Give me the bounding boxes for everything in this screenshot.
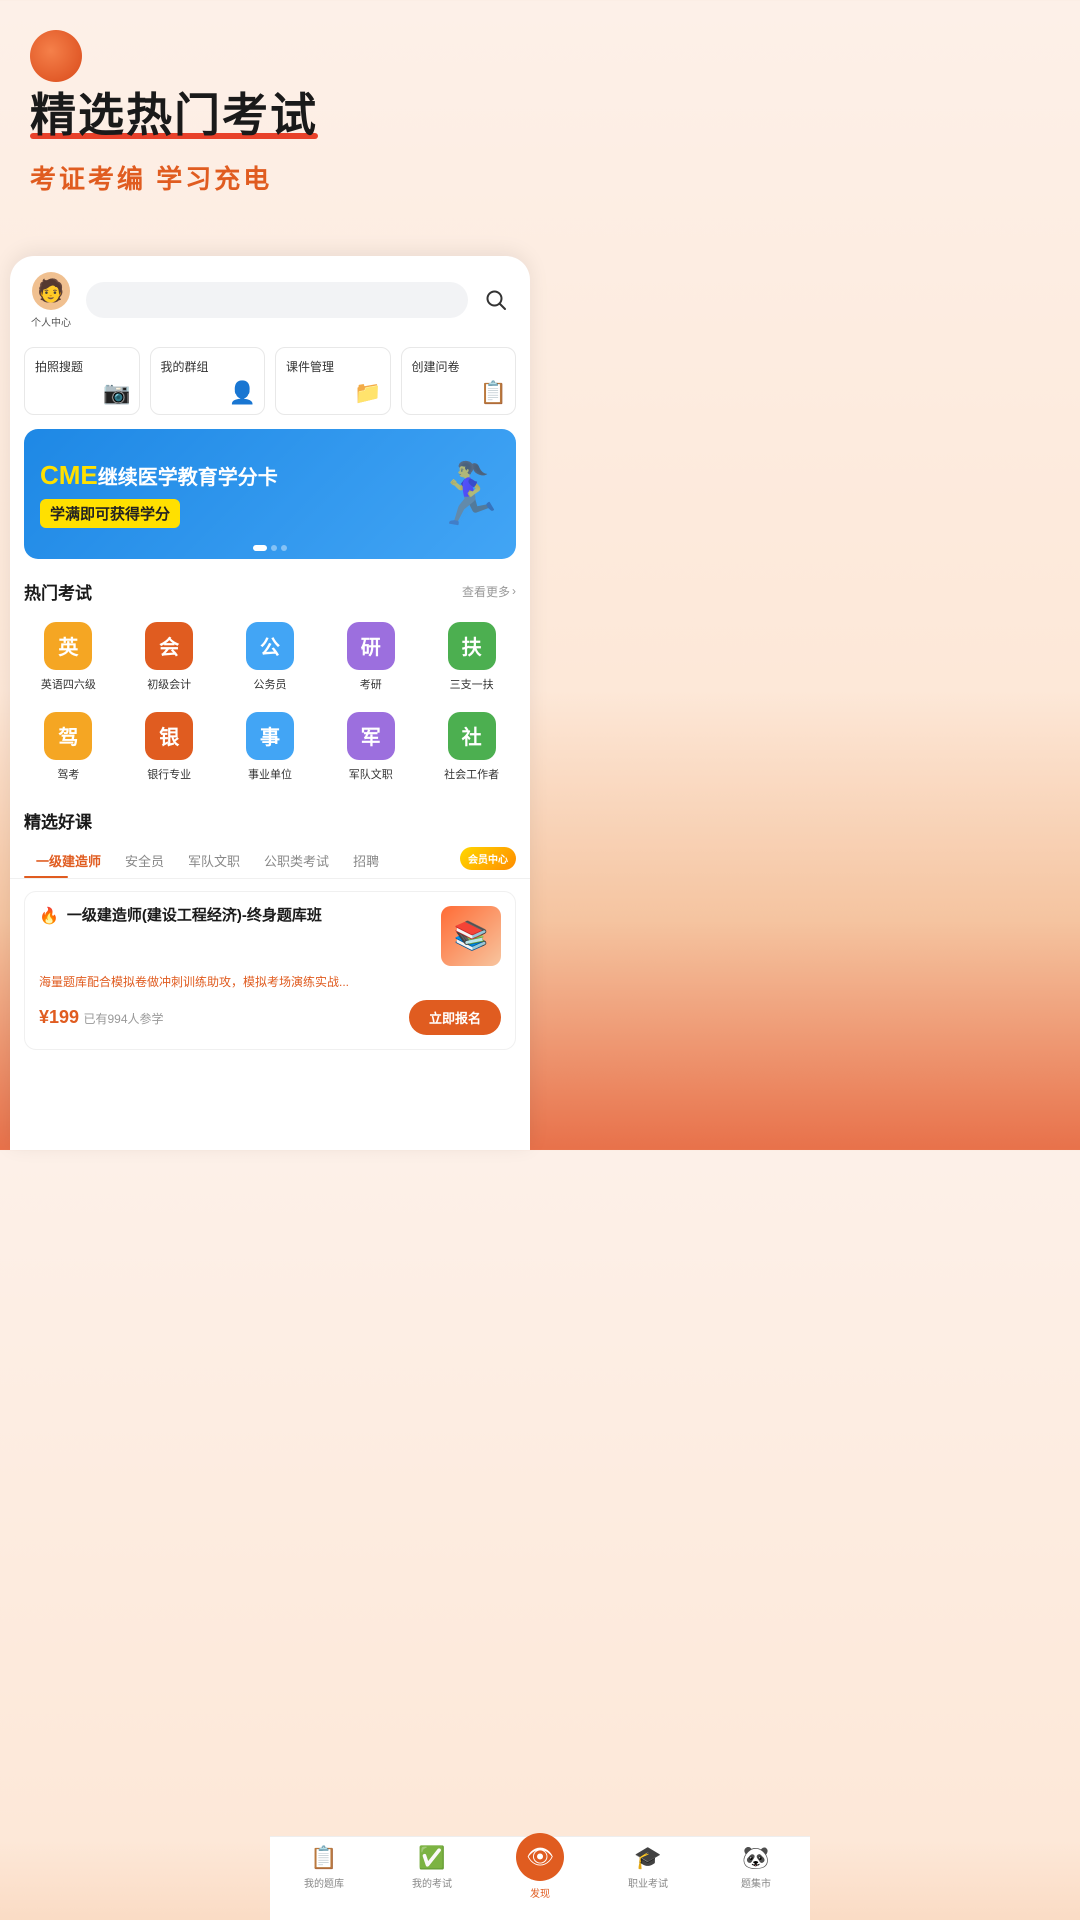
course-title: 一级建造师(建设工程经济)-终身题库班	[67, 906, 433, 926]
quick-actions: 拍照搜题 📷 我的群组 👤 课件管理 📁 创建问卷 📋	[10, 339, 530, 429]
nav-item-my-exams[interactable]: ✅ 我的考试	[378, 1845, 486, 1900]
nav-item-my-questions[interactable]: 📋 我的题库	[270, 1845, 378, 1900]
hero-subtitle: 考证考编 学习充电	[30, 159, 510, 196]
selected-courses-title: 精选好课	[24, 808, 92, 833]
quick-action-group[interactable]: 我的群组 👤	[150, 347, 266, 415]
group-icon: 👤	[229, 380, 256, 406]
exam-item-banking[interactable]: 银 银行专业	[119, 704, 220, 794]
exam-label-driving: 驾考	[57, 766, 79, 782]
course-card: 🔥 一级建造师(建设工程经济)-终身题库班 📚 海量题库配合模拟卷做冲刺训练助攻…	[24, 891, 516, 1051]
tab-first-constructor[interactable]: 一级建造师	[24, 843, 113, 878]
tab-military-civil[interactable]: 军队文职	[176, 843, 252, 878]
hot-exams-title: 热门考试	[24, 579, 92, 604]
vip-badge[interactable]: 会员中心	[460, 847, 516, 870]
exam-label-social: 社会工作者	[444, 766, 499, 782]
exam-label-institution: 事业单位	[248, 766, 292, 782]
exam-item-english[interactable]: 英 英语四六级	[18, 614, 119, 704]
nav-item-career-exam[interactable]: 🎓 职业考试	[594, 1845, 702, 1900]
exam-item-military[interactable]: 军 军队文职	[320, 704, 421, 794]
exam-icon-social: 社	[448, 712, 496, 760]
exam-label-civil: 公务员	[253, 676, 286, 692]
exam-label-graduate: 考研	[360, 676, 382, 692]
folder-icon: 📁	[354, 380, 381, 406]
bottom-nav: 📋 我的题库 ✅ 我的考试 👁 发现 🎓 职业考试 🐼 题集市	[270, 1836, 810, 1920]
nav-item-question-market[interactable]: 🐼 题集市	[702, 1845, 810, 1900]
avatar-wrap[interactable]: 🧑 个人中心	[26, 272, 76, 329]
camera-icon: 📷	[103, 380, 130, 406]
my-questions-icon: 📋	[310, 1845, 337, 1871]
hero-title: 精选热门考试	[30, 90, 510, 141]
nav-item-discover[interactable]: 👁 发现	[486, 1845, 594, 1900]
tab-recruitment[interactable]: 招聘	[341, 843, 391, 878]
banner-subtitle-box: 学满即可获得学分	[40, 499, 180, 528]
exam-item-institution[interactable]: 事 事业单位	[220, 704, 321, 794]
discover-icon: 👁	[526, 1844, 554, 1870]
course-price: ¥199	[39, 1007, 79, 1027]
exam-label-banking: 银行专业	[147, 766, 191, 782]
hot-exams-more[interactable]: 查看更多 ›	[462, 583, 516, 600]
exam-label-accounting: 初级会计	[147, 676, 191, 692]
exam-icon-driving: 驾	[44, 712, 92, 760]
banner-dots	[253, 545, 287, 551]
search-bar[interactable]	[86, 282, 468, 318]
exam-item-driving[interactable]: 驾 驾考	[18, 704, 119, 794]
exam-item-civil[interactable]: 公 公务员	[220, 614, 321, 704]
exam-item-social[interactable]: 社 社会工作者	[421, 704, 522, 794]
exam-grid: 英 英语四六级 会 初级会计 公 公务员 研 考研 扶 三支一扶 驾 驾考 银 …	[10, 614, 530, 794]
exam-icon-accounting: 会	[145, 622, 193, 670]
avatar: 🧑	[32, 272, 70, 310]
avatar-label: 个人中心	[31, 314, 71, 329]
exam-icon-english: 英	[44, 622, 92, 670]
exam-item-sanzhiyifu[interactable]: 扶 三支一扶	[421, 614, 522, 704]
my-exams-icon: ✅	[418, 1845, 445, 1871]
question-market-icon: 🐼	[742, 1845, 769, 1871]
banner-title: CME继续医学教育学分卡	[40, 460, 278, 491]
exam-label-english: 英语四六级	[41, 676, 96, 692]
enroll-button[interactable]: 立即报名	[409, 1000, 501, 1035]
hero-section: 精选热门考试 考证考编 学习充电	[0, 0, 540, 216]
exam-label-sanzhiyifu: 三支一扶	[450, 676, 494, 692]
banner-decoration: 🏃‍♀️	[431, 458, 506, 529]
selected-courses-section: 精选好课 一级建造师 安全员 军队文职 公职类考试 招聘 会员中心 🔥 一级建造…	[10, 794, 530, 1051]
exam-icon-sanzhiyifu: 扶	[448, 622, 496, 670]
course-thumbnail: 📚	[441, 906, 501, 966]
search-button[interactable]	[478, 282, 514, 318]
hot-exams-header: 热门考试 查看更多 ›	[10, 573, 530, 614]
banner-dot-2	[271, 545, 277, 551]
tab-public-service[interactable]: 公职类考试	[252, 843, 341, 878]
selected-courses-header: 精选好课	[10, 802, 530, 843]
quick-action-courseware[interactable]: 课件管理 📁	[275, 347, 391, 415]
exam-icon-banking: 银	[145, 712, 193, 760]
course-description: 海量题库配合模拟卷做冲刺训练助攻，模拟考场演练实战...	[39, 974, 501, 991]
tab-safety[interactable]: 安全员	[113, 843, 176, 878]
quick-action-questionnaire[interactable]: 创建问卷 📋	[401, 347, 517, 415]
exam-icon-graduate: 研	[347, 622, 395, 670]
discover-center-button[interactable]: 👁	[516, 1833, 564, 1881]
banner-content: CME继续医学教育学分卡 学满即可获得学分	[24, 448, 294, 540]
exam-item-graduate[interactable]: 研 考研	[320, 614, 421, 704]
banner-subtitle: 学满即可获得学分	[50, 506, 170, 523]
app-header: 🧑 个人中心	[10, 256, 530, 339]
fire-icon: 🔥	[39, 906, 59, 926]
questionnaire-icon: 📋	[480, 380, 507, 406]
exam-icon-institution: 事	[246, 712, 294, 760]
quick-action-photo[interactable]: 拍照搜题 📷	[24, 347, 140, 415]
exam-label-military: 军队文职	[349, 766, 393, 782]
search-input[interactable]	[100, 293, 454, 308]
exam-icon-civil: 公	[246, 622, 294, 670]
exam-item-accounting[interactable]: 会 初级会计	[119, 614, 220, 704]
exam-icon-military: 军	[347, 712, 395, 760]
career-exam-icon: 🎓	[634, 1845, 661, 1871]
banner-dot-3	[281, 545, 287, 551]
app-card: 🧑 个人中心 拍照搜题 📷 我的群组 👤 课件管理 📁 创建问卷	[10, 256, 530, 1151]
promo-banner[interactable]: CME继续医学教育学分卡 学满即可获得学分 🏃‍♀️	[24, 429, 516, 559]
banner-dot-1	[253, 545, 267, 551]
course-tabs: 一级建造师 安全员 军队文职 公职类考试 招聘 会员中心	[10, 843, 530, 879]
hero-decoration-circle	[30, 30, 82, 82]
course-students: 已有994人参学	[84, 1012, 164, 1026]
